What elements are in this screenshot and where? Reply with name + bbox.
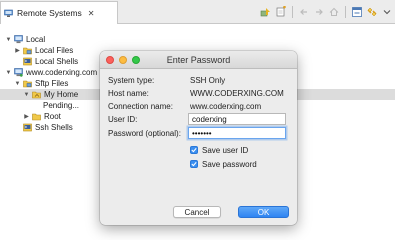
checkbox-checked-icon[interactable]: [190, 160, 198, 168]
ok-button[interactable]: OK: [238, 206, 289, 218]
expand-down-icon[interactable]: ▼: [5, 69, 12, 76]
tree-item-ssh-shells[interactable]: Ssh Shells: [23, 122, 73, 133]
minimize-window-button[interactable]: [119, 56, 127, 64]
user-id-label: User ID:: [108, 115, 138, 124]
save-user-id-checkbox[interactable]: Save user ID: [190, 145, 248, 155]
window-controls: [106, 56, 140, 64]
tree-item-label: Ssh Shells: [35, 123, 73, 132]
forward-icon[interactable]: [313, 6, 325, 18]
view-tab-bar: Remote Systems ✕: [0, 0, 395, 24]
tab-remote-systems[interactable]: Remote Systems ✕: [0, 1, 118, 24]
tree-item-label: www.coderxing.com: [26, 68, 98, 77]
tree-item-label: My Home: [44, 90, 79, 99]
host-name-label: Host name:: [108, 89, 149, 98]
system-type-row: System type: SSH Only: [108, 75, 225, 86]
tree-item-local-files[interactable]: ▶ Local Files: [14, 45, 73, 56]
system-type-value: SSH Only: [190, 76, 226, 85]
link-editor-icon[interactable]: [366, 6, 378, 18]
maximize-window-button[interactable]: [132, 56, 140, 64]
tree-item-label: Sftp Files: [35, 79, 69, 88]
expand-right-icon[interactable]: ▶: [23, 113, 30, 120]
view-menu-icon[interactable]: [381, 6, 393, 18]
connection-name-label: Connection name:: [108, 102, 173, 111]
toolbar-separator: [292, 6, 293, 18]
connection-name-value: www.coderxing.com: [190, 102, 262, 111]
password-label: Password (optional):: [108, 129, 181, 138]
tree-item-label: Local Files: [35, 46, 74, 55]
back-icon[interactable]: [298, 6, 310, 18]
system-type-label: System type:: [108, 76, 155, 85]
remote-systems-icon: [4, 9, 13, 18]
host-name-value: WWW.CODERXING.COM: [190, 89, 284, 98]
password-input[interactable]: •••••••: [188, 127, 286, 139]
shell-icon: [23, 57, 32, 66]
collapse-all-icon[interactable]: [351, 6, 363, 18]
cancel-button[interactable]: Cancel: [173, 206, 221, 218]
user-id-input[interactable]: coderxing: [188, 113, 286, 125]
tree-item-label: Pending...: [43, 101, 80, 110]
connect-icon[interactable]: [260, 6, 272, 18]
host-name-row: Host name: WWW.CODERXING.COM: [108, 88, 284, 99]
tree-item-local-shells[interactable]: Local Shells: [23, 56, 78, 67]
shell-icon: [23, 123, 32, 132]
home-folder-icon: [32, 90, 41, 99]
expand-right-icon[interactable]: ▶: [14, 47, 21, 54]
tree-item-sftp-files[interactable]: ▼ Sftp Files: [14, 78, 69, 89]
user-id-row: User ID:: [108, 114, 190, 125]
new-connection-icon[interactable]: [275, 6, 287, 18]
save-password-label: Save password: [202, 159, 257, 169]
home-icon[interactable]: [328, 6, 340, 18]
folder-icon: [23, 46, 32, 55]
connection-name-row: Connection name: www.coderxing.com: [108, 101, 261, 112]
toolbar-separator: [345, 6, 346, 18]
expand-down-icon[interactable]: ▼: [14, 80, 21, 87]
enter-password-dialog: Enter Password System type: SSH Only Hos…: [100, 51, 297, 225]
dialog-titlebar: Enter Password: [100, 51, 297, 69]
tree-item-pending: Pending...: [43, 100, 79, 111]
view-toolbar: [260, 3, 393, 21]
dialog-title: Enter Password: [166, 54, 231, 65]
checkbox-checked-icon[interactable]: [190, 146, 198, 154]
computer-icon: [14, 35, 23, 44]
tree-item-label: Local Shells: [35, 57, 79, 66]
tree-item-local[interactable]: ▼ Local: [5, 34, 46, 45]
tree-item-remote-host[interactable]: ▼ www.coderxing.com: [5, 67, 98, 78]
save-password-checkbox[interactable]: Save password: [190, 159, 257, 169]
tree-item-root[interactable]: ▶ Root: [23, 111, 61, 122]
expand-down-icon[interactable]: ▼: [5, 36, 12, 43]
folder-icon: [23, 79, 32, 88]
password-row: Password (optional):: [108, 128, 190, 139]
close-window-button[interactable]: [106, 56, 114, 64]
expand-down-icon[interactable]: ▼: [23, 91, 30, 98]
remote-server-icon: [14, 68, 23, 77]
tree-item-label: Root: [44, 112, 61, 121]
folder-icon: [32, 112, 41, 121]
close-icon[interactable]: ✕: [88, 9, 95, 18]
save-user-id-label: Save user ID: [202, 145, 249, 155]
tab-label: Remote Systems: [17, 8, 82, 18]
tree-item-label: Local: [26, 35, 46, 44]
